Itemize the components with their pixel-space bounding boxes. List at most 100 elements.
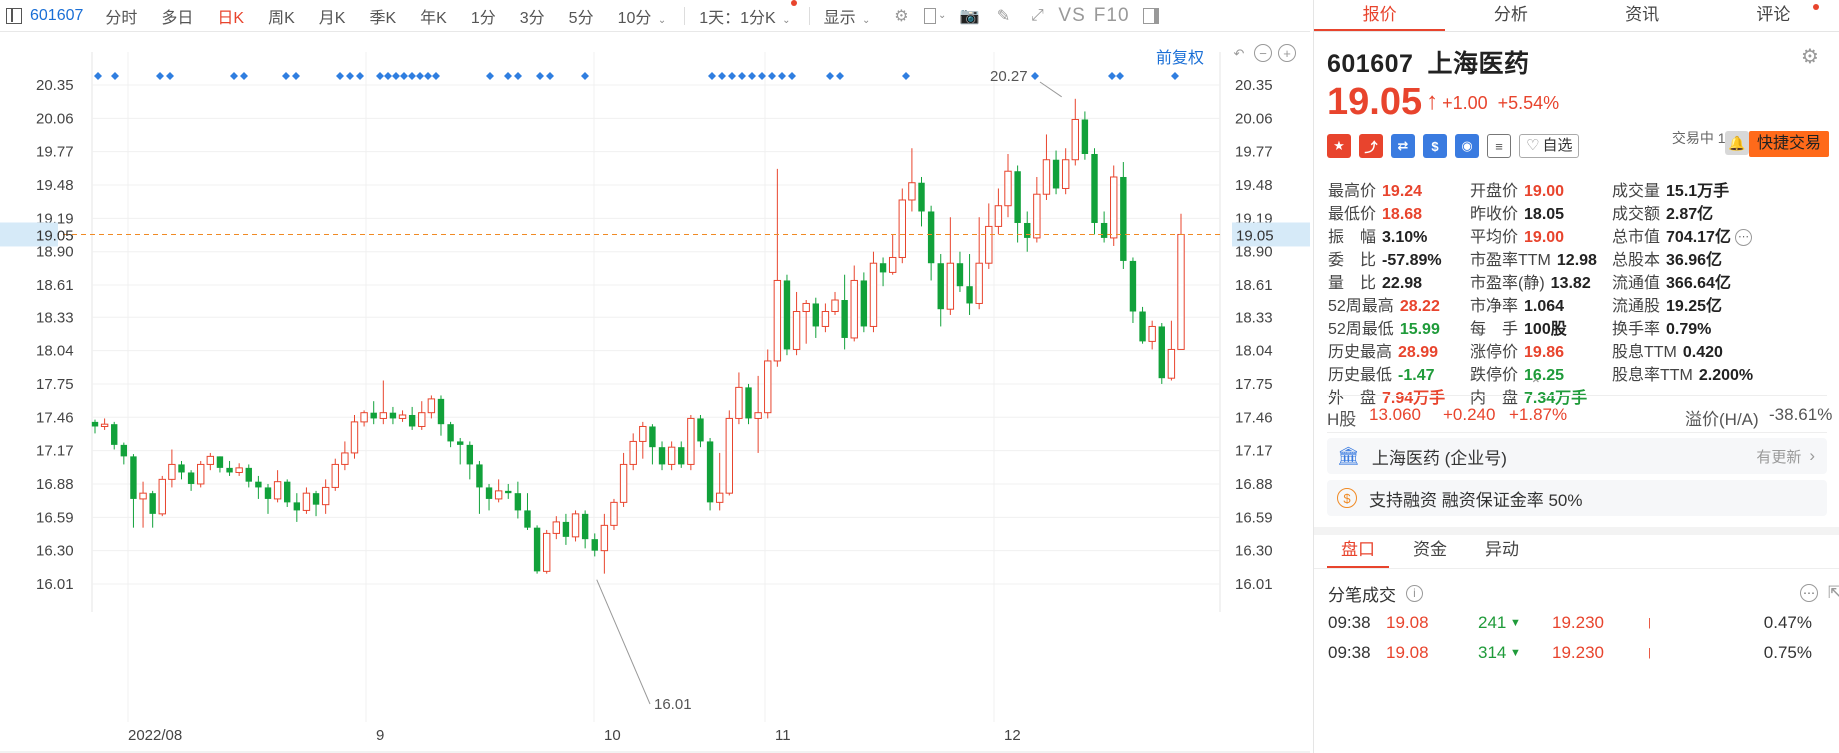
- candle-body[interactable]: [197, 463, 205, 485]
- event-marker[interactable]: [778, 72, 786, 80]
- candle-body[interactable]: [639, 425, 647, 442]
- candle-body[interactable]: [571, 513, 580, 538]
- candle-body[interactable]: [869, 262, 878, 327]
- tab-week-k[interactable]: 周K: [258, 4, 309, 28]
- candle-body[interactable]: [111, 424, 118, 445]
- event-marker[interactable]: [94, 72, 102, 80]
- candle-body[interactable]: [629, 440, 637, 465]
- event-marker[interactable]: [282, 72, 290, 80]
- f10-button[interactable]: F10: [1094, 5, 1130, 27]
- event-marker[interactable]: [292, 72, 300, 80]
- event-marker[interactable]: [1108, 72, 1116, 80]
- candle-body[interactable]: [273, 481, 282, 500]
- candle-body[interactable]: [1139, 311, 1146, 342]
- candle-body[interactable]: [764, 360, 772, 414]
- event-marker[interactable]: [156, 72, 164, 80]
- event-marker[interactable]: [240, 72, 248, 80]
- event-marker[interactable]: [514, 72, 522, 80]
- event-marker[interactable]: [748, 72, 756, 80]
- add-watchlist-button[interactable]: ♡ 自选: [1519, 134, 1580, 158]
- document-icon[interactable]: ≡: [1487, 134, 1511, 158]
- kline-chart-area[interactable]: 前复权 ↶ − + 20.35 20.35 20.06 20.06 19.77 19.77…: [0, 32, 1310, 753]
- event-marker[interactable]: [1171, 72, 1179, 80]
- candle-body[interactable]: [591, 539, 598, 551]
- settings-icon[interactable]: ⚙: [890, 6, 912, 26]
- candle-body[interactable]: [1129, 260, 1137, 312]
- candle-body[interactable]: [658, 447, 666, 465]
- candle-body[interactable]: [457, 441, 464, 445]
- candle-body[interactable]: [1081, 119, 1089, 154]
- candle-body[interactable]: [687, 417, 695, 465]
- candle-body[interactable]: [206, 455, 215, 465]
- quick-trade-button[interactable]: 快捷交易: [1748, 131, 1829, 157]
- candle-body[interactable]: [1120, 176, 1127, 261]
- adjust-mode-button[interactable]: 前复权: [1156, 44, 1204, 68]
- candle-body[interactable]: [888, 256, 897, 273]
- more-icon[interactable]: ⋯: [1800, 584, 1818, 602]
- event-marker[interactable]: [546, 72, 554, 80]
- candle-body[interactable]: [245, 467, 252, 482]
- candle-body[interactable]: [437, 398, 445, 425]
- camera-icon[interactable]: 📷: [958, 6, 980, 26]
- event-marker[interactable]: [536, 72, 544, 80]
- candle-body[interactable]: [1177, 233, 1185, 350]
- candle-body[interactable]: [1042, 159, 1051, 195]
- candle-body[interactable]: [841, 300, 848, 338]
- event-marker[interactable]: [504, 72, 512, 80]
- candle-body[interactable]: [466, 444, 474, 465]
- candle-body[interactable]: [1167, 348, 1176, 379]
- candle-body[interactable]: [1052, 159, 1060, 189]
- pencil-icon[interactable]: ✎: [992, 6, 1014, 26]
- fullscreen-icon[interactable]: ⤢: [1026, 6, 1048, 26]
- candle-body[interactable]: [715, 492, 724, 503]
- candle-body[interactable]: [1148, 325, 1156, 342]
- candle-body[interactable]: [879, 263, 887, 273]
- candle-body[interactable]: [754, 412, 762, 419]
- event-marker[interactable]: [111, 72, 119, 80]
- candle-body[interactable]: [158, 478, 166, 515]
- sidebar-toggle-icon[interactable]: [6, 7, 22, 24]
- candle-body[interactable]: [725, 417, 734, 494]
- tab-abnormal[interactable]: 异动: [1471, 536, 1533, 568]
- tab-3min[interactable]: 3分: [510, 4, 559, 28]
- candle-body[interactable]: [476, 464, 483, 488]
- candle-body[interactable]: [552, 521, 561, 534]
- candle-body[interactable]: [860, 280, 868, 327]
- candle-body[interactable]: [312, 493, 320, 505]
- event-marker[interactable]: [230, 72, 238, 80]
- h-share-row[interactable]: H股 13.060 +0.240 +1.87% 溢价(H/A) -38.61%: [1327, 405, 1835, 430]
- candle-body[interactable]: [1033, 193, 1041, 239]
- candle-body[interactable]: [398, 414, 407, 419]
- candle-body[interactable]: [678, 447, 685, 465]
- candle-body[interactable]: [918, 182, 925, 212]
- tag-icon[interactable]: ◉: [1455, 134, 1479, 158]
- candle-body[interactable]: [168, 463, 176, 480]
- event-marker[interactable]: [408, 72, 416, 80]
- shuffle-icon[interactable]: ⇄: [1391, 134, 1415, 158]
- event-marker[interactable]: [486, 72, 494, 80]
- candle-body[interactable]: [812, 303, 819, 327]
- tab-news[interactable]: 资讯: [1577, 0, 1708, 31]
- candle-body[interactable]: [427, 398, 436, 414]
- candle-body[interactable]: [610, 501, 618, 526]
- candle-body[interactable]: [139, 492, 147, 500]
- stock-code[interactable]: 601607: [30, 7, 83, 25]
- candlestick-chart[interactable]: 20.35 20.35 20.06 20.06 19.77 19.77 19.48 19.48…: [0, 32, 1310, 753]
- interval-selector[interactable]: 1天：1分K ⌄: [689, 0, 804, 28]
- dollar-icon[interactable]: $: [1423, 134, 1447, 158]
- candle-body[interactable]: [505, 490, 512, 494]
- tab-quarter-k[interactable]: 季K: [359, 4, 410, 28]
- event-marker[interactable]: [581, 72, 589, 80]
- tab-pankou[interactable]: 盘口: [1327, 536, 1389, 568]
- tab-quote[interactable]: 报价: [1314, 0, 1446, 31]
- candle-body[interactable]: [1004, 170, 1012, 207]
- vs-button[interactable]: VS: [1058, 5, 1085, 27]
- candle-body[interactable]: [773, 279, 782, 362]
- candle-body[interactable]: [379, 412, 388, 419]
- candle-body[interactable]: [178, 464, 185, 473]
- candle-body[interactable]: [831, 299, 839, 313]
- tab-5min[interactable]: 5分: [559, 4, 608, 28]
- candle-body[interactable]: [524, 510, 531, 528]
- zoom-in-icon[interactable]: +: [1278, 44, 1296, 62]
- candle-body[interactable]: [581, 513, 589, 540]
